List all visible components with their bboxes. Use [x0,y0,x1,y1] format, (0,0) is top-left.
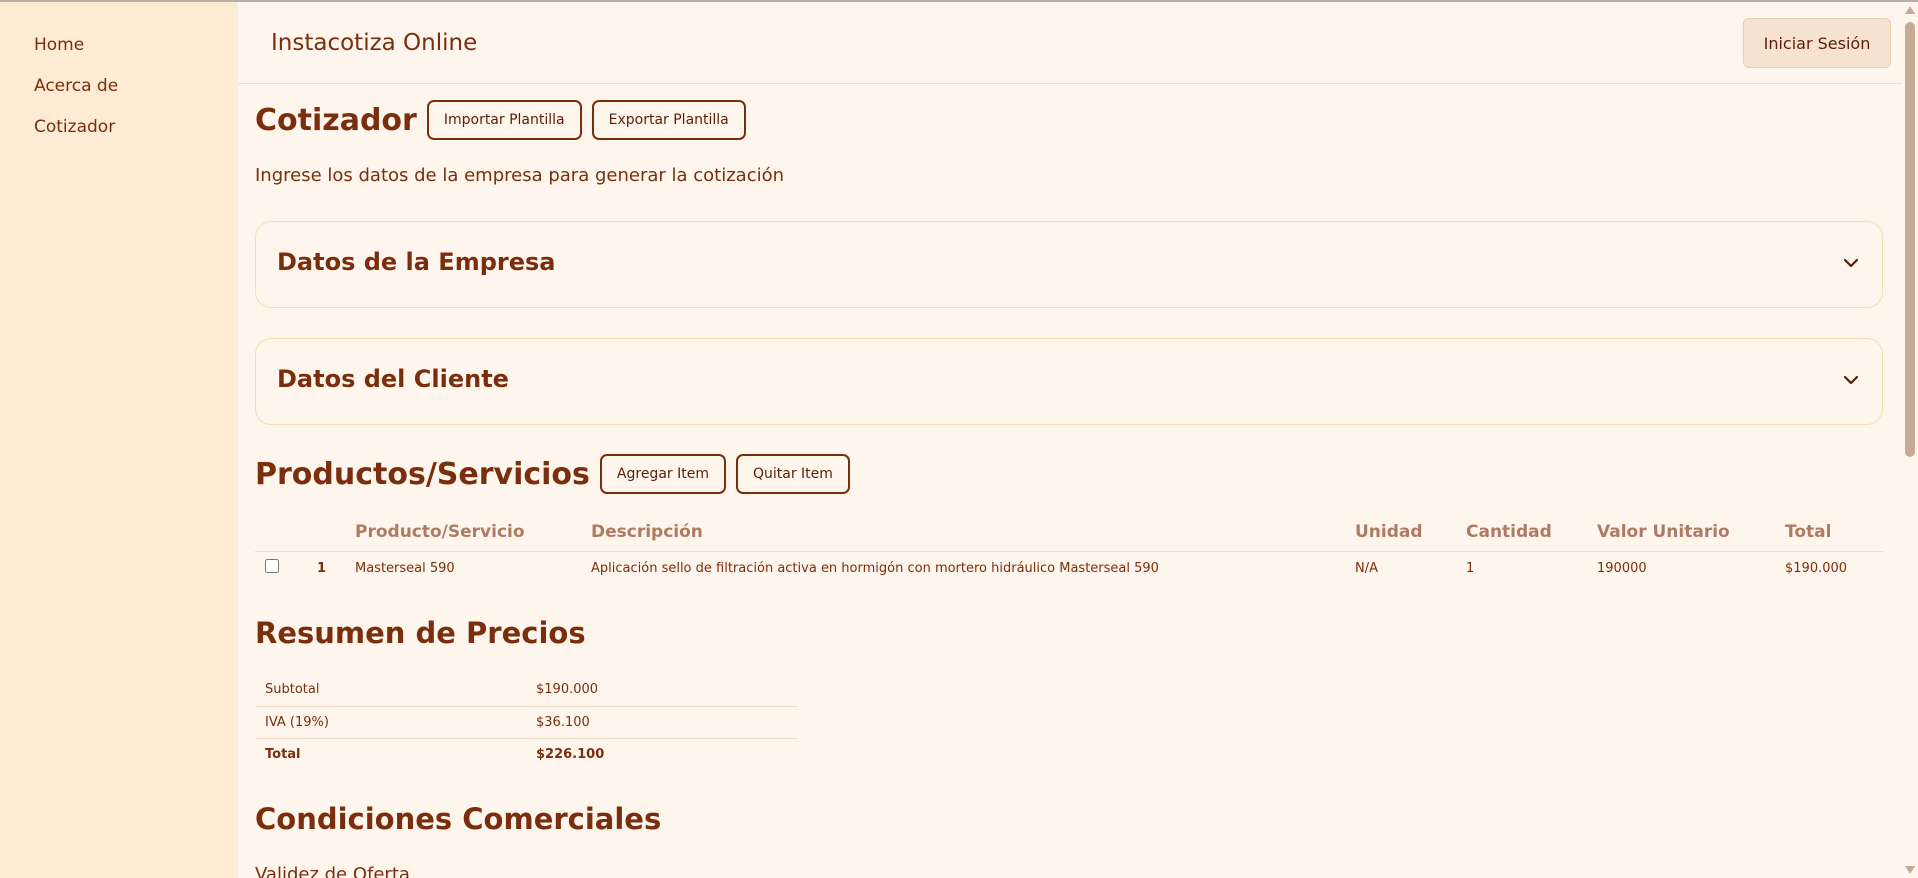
import-template-button[interactable]: Importar Plantilla [426,100,582,140]
accordion-title: Datos de la Empresa [277,248,556,276]
row-number: 1 [317,560,327,576]
productos-header: Productos/Servicios Agregar Item Quitar … [255,454,850,494]
cell-unidad[interactable]: N/A [1355,551,1466,585]
top-bar: Instacotiza Online Iniciar Sesión [238,2,1902,84]
cotizador-header: Cotizador Importar Plantilla Exportar Pl… [255,100,746,140]
page-title: Cotizador [255,102,417,138]
sidebar-item-acerca-de[interactable]: Acerca de [0,73,238,114]
cell-cantidad[interactable]: 1 [1466,551,1597,585]
column-header: Descripción [591,522,703,543]
validez-label: Validez de Oferta [255,864,410,878]
column-header: Total [1785,522,1832,543]
cell-producto[interactable]: Masterseal 590 [355,551,591,585]
scroll-down-icon[interactable] [1905,866,1915,874]
column-header: Producto/Servicio [355,522,525,543]
sidebar-item-home[interactable]: Home [0,32,238,73]
summary-row: Subtotal $190.000 [255,674,798,706]
page-subtitle: Ingrese los datos de la empresa para gen… [255,165,785,186]
accordion-datos-empresa[interactable]: Datos de la Empresa [255,221,1883,308]
price-summary-table: Subtotal $190.000 IVA (19%) $36.100 Tota… [255,674,798,770]
summary-value: $226.100 [536,746,605,762]
login-button[interactable]: Iniciar Sesión [1743,18,1891,68]
table-header-row: Producto/Servicio Descripción Unidad Can… [255,514,1883,551]
column-header: Valor Unitario [1597,522,1730,543]
summary-label: IVA (19%) [265,714,329,730]
column-header: Unidad [1355,522,1423,543]
chevron-down-icon [1843,258,1859,268]
main-content: Cotizador Importar Plantilla Exportar Pl… [255,84,1883,878]
summary-label: Total [265,746,301,762]
table-row: 1 Masterseal 590 Aplicación sello de fil… [255,551,1883,585]
section-title: Resumen de Precios [255,616,586,650]
accordion-datos-cliente[interactable]: Datos del Cliente [255,338,1883,425]
cell-descripcion[interactable]: Aplicación sello de filtración activa en… [591,551,1355,585]
section-title: Productos/Servicios [255,456,590,492]
remove-item-button[interactable]: Quitar Item [735,454,850,494]
summary-row: IVA (19%) $36.100 [255,706,798,738]
scroll-up-icon[interactable] [1905,6,1915,14]
cell-total: $190.000 [1785,560,1848,576]
app-title: Instacotiza Online [271,30,478,56]
summary-row: Total $226.100 [255,738,798,770]
row-select-checkbox[interactable] [265,559,279,574]
summary-label: Subtotal [265,682,320,698]
section-title: Condiciones Comerciales [255,802,662,836]
scroll-thumb[interactable] [1905,22,1915,457]
products-table: Producto/Servicio Descripción Unidad Can… [255,514,1883,585]
column-header: Cantidad [1466,522,1552,543]
accordion-title: Datos del Cliente [277,365,509,393]
summary-value: $190.000 [536,682,599,698]
scrollbar[interactable] [1902,2,1918,878]
export-template-button[interactable]: Exportar Plantilla [591,100,746,140]
summary-value: $36.100 [536,714,590,730]
sidebar: Home Acerca de Cotizador [0,2,238,878]
chevron-down-icon [1843,375,1859,385]
add-item-button[interactable]: Agregar Item [599,454,726,494]
sidebar-item-cotizador[interactable]: Cotizador [0,114,238,155]
cell-valor-unitario[interactable]: 190000 [1597,551,1785,585]
